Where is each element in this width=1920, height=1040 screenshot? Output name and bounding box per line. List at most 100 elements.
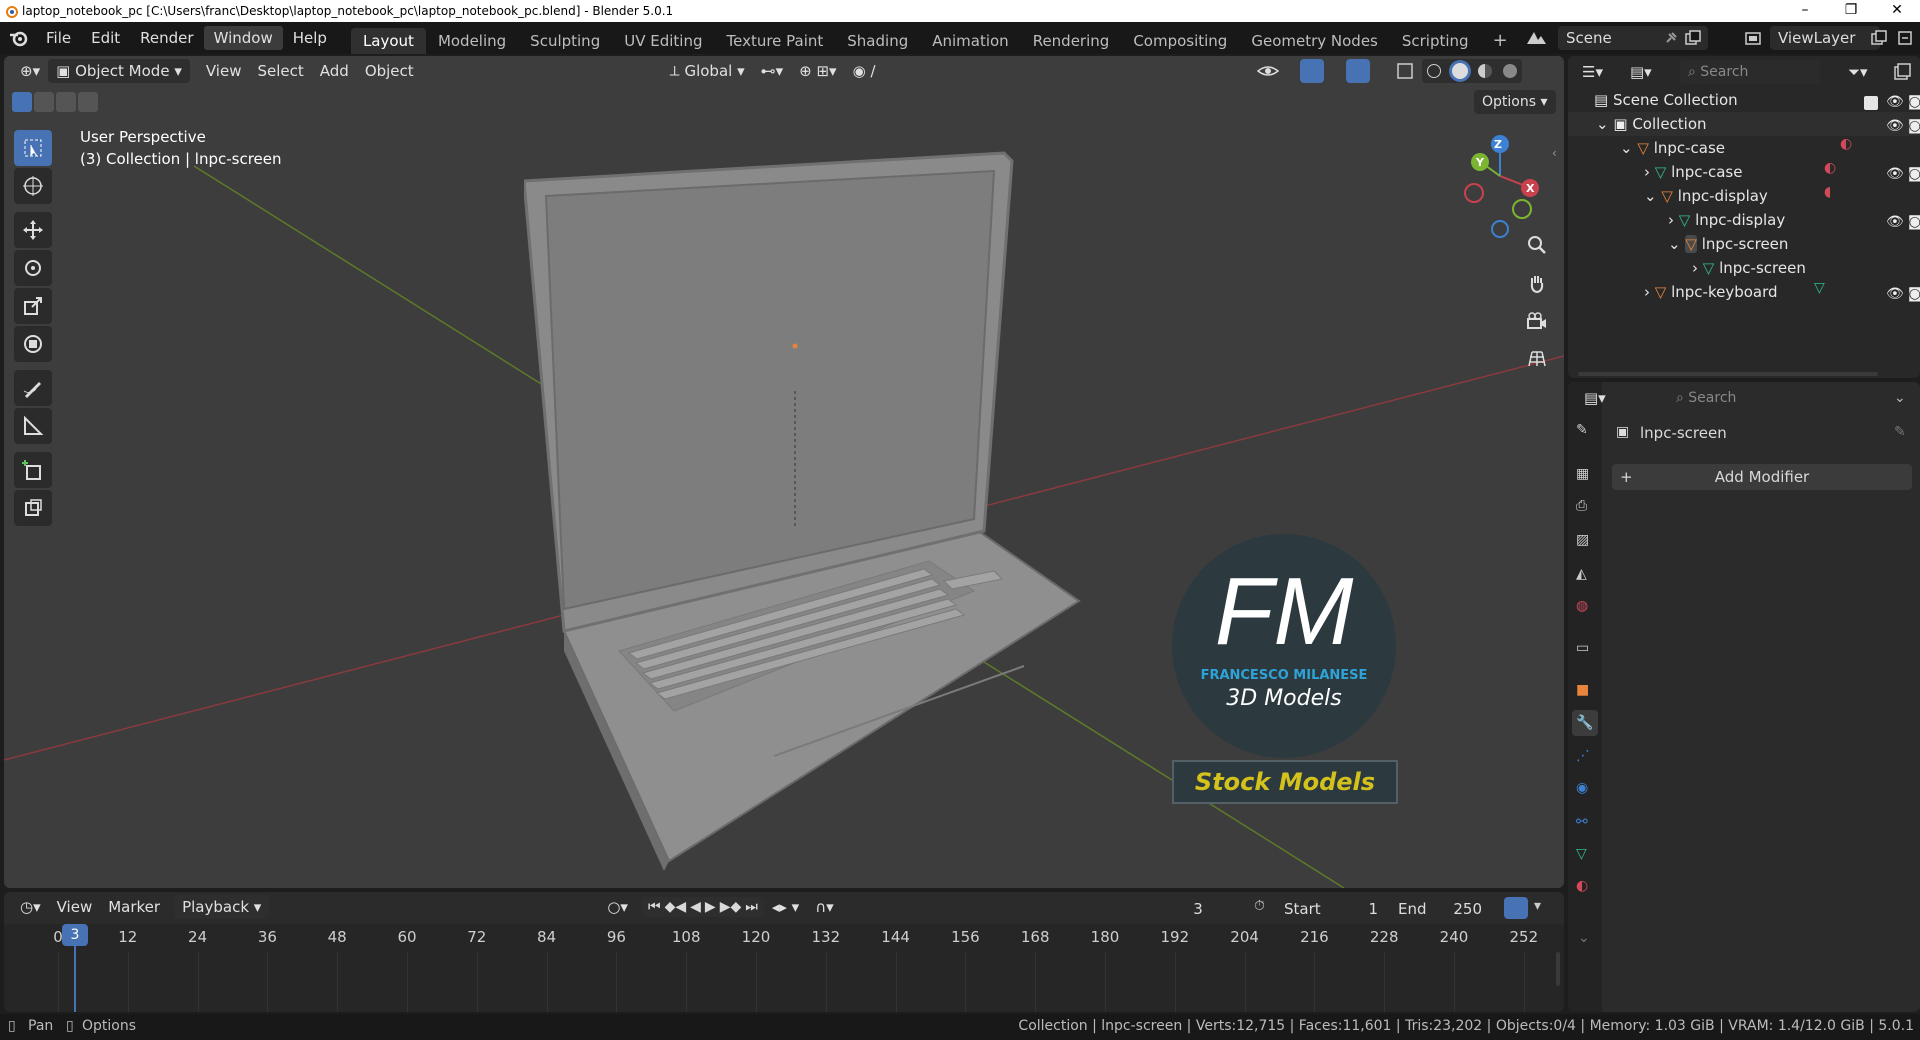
outliner-row-lnpc-display[interactable]: ⌄ ▽ lnpc-display [1568,184,1920,208]
minimize-button[interactable]: – [1782,0,1828,22]
menu-window[interactable]: Window [203,26,283,50]
material-tab-icon[interactable]: ◐ [1576,878,1588,894]
collapse-arrow-icon[interactable]: › [1692,259,1698,277]
scale-tool[interactable] [14,288,52,324]
proportional-edit-icon[interactable]: ◉ ∕ [845,59,884,83]
tab-animation[interactable]: Animation [920,28,1020,54]
playhead-frame-indicator[interactable]: 3 [62,924,88,946]
visibility-eye-icon[interactable]: 👁 [1886,286,1904,302]
select-box-mode-icon[interactable] [12,92,32,112]
timeline-scrollbar[interactable] [1556,952,1560,986]
collapse-arrow-icon[interactable]: › [1668,211,1674,229]
add-modifier-button[interactable]: + Add Modifier [1612,464,1912,490]
render-camera-icon[interactable]: ◙ [1908,286,1920,302]
scene-icon[interactable] [1524,28,1550,48]
mode-selector[interactable]: ▣ Object Mode ▾ [48,59,190,83]
rendered-shading-icon[interactable] [1502,64,1517,78]
tabs-more-icon[interactable]: ⌄ [1578,930,1590,946]
select-menu[interactable]: Select [249,59,311,83]
tab-scripting[interactable]: Scripting [1390,28,1481,54]
gizmo-toggle-icon[interactable] [1300,59,1324,83]
menu-help[interactable]: Help [283,26,337,50]
measure-tool[interactable] [14,408,52,444]
properties-options-icon[interactable]: ⌄ [1894,390,1906,406]
expand-arrow-icon[interactable]: ⌄ [1596,115,1609,133]
material-shading-icon[interactable] [1478,64,1493,78]
tab-sculpting[interactable]: Sculpting [518,28,612,54]
view-layer-selector[interactable]: ViewLayer [1770,26,1880,50]
menu-render[interactable]: Render [130,26,203,50]
pan-button[interactable] [1520,266,1554,300]
select-subtract-icon[interactable] [56,92,76,112]
outliner-search-input[interactable]: ⌕ Search [1680,60,1820,84]
visibility-eye-icon[interactable]: 👁 [1886,94,1904,110]
outliner-editor-type[interactable]: ☰▾ [1574,60,1611,84]
render-camera-icon[interactable]: ◙ [1908,166,1920,182]
tab-shading[interactable]: Shading [835,28,920,54]
zoom-button[interactable] [1520,228,1554,262]
outliner-row-lnpc-screen[interactable]: ⌄ ▽ lnpc-screen [1568,232,1920,256]
render-camera-icon[interactable]: ◙ [1908,94,1920,110]
menu-edit[interactable]: Edit [81,26,130,50]
outliner-row-lnpc-keyboard[interactable]: › ▽ lnpc-keyboard [1568,280,1920,304]
outliner-row-lnpc-case[interactable]: ⌄ ▽ lnpc-case [1568,136,1920,160]
remove-view-layer-icon[interactable] [1896,29,1914,47]
outliner-row-collection[interactable]: ⌄ ▣ Collection [1568,112,1920,136]
tab-rendering[interactable]: Rendering [1021,28,1122,54]
transform-tool[interactable] [14,326,52,362]
pin-icon[interactable] [1664,31,1678,45]
visibility-eye-icon[interactable]: 👁 [1886,214,1904,230]
wireframe-shading-icon[interactable] [1427,64,1442,78]
constraints-tab-icon[interactable]: ⚯ [1576,814,1588,830]
outliner-row-lnpc-case-mesh[interactable]: › ▽ lnpc-case [1568,160,1920,184]
properties-search-input[interactable]: ⌕ Search [1668,386,1808,410]
expand-arrow-icon[interactable]: ⌄ [1620,139,1633,157]
object-menu[interactable]: Object [357,59,422,83]
3d-viewport[interactable]: FM FRANCESCO MILANESE 3D Models Stock Mo… [4,56,1564,888]
select-extend-icon[interactable] [34,92,54,112]
perspective-toggle-button[interactable] [1520,342,1554,376]
blender-menu-icon[interactable] [8,29,30,47]
tab-compositing[interactable]: Compositing [1121,28,1239,54]
add-menu[interactable]: Add [312,59,357,83]
cursor-tool[interactable] [14,168,52,204]
pin-properties-icon[interactable]: ✎ [1894,424,1906,440]
move-tool[interactable] [14,212,52,248]
physics-tab-icon[interactable]: ◉ [1576,780,1588,796]
visibility-eye-icon[interactable]: 👁 [1886,166,1904,182]
tool-tab-icon[interactable]: ✎ [1576,422,1588,438]
laptop-model[interactable] [524,151,1094,871]
render-tab-icon[interactable]: ▦ [1576,466,1589,482]
render-camera-icon[interactable]: ◙ [1908,118,1920,134]
object-tab-icon[interactable]: ■ [1576,682,1589,698]
outliner-scrollbar[interactable] [1578,372,1878,376]
sidebar-toggle-icon[interactable]: ‹ [1552,146,1557,160]
expand-arrow-icon[interactable]: ⌄ [1668,235,1681,253]
view-layer-tab-icon[interactable]: ▨ [1576,532,1589,548]
overlay-toggle-icon[interactable] [1346,59,1370,83]
select-box-tool[interactable] [14,130,52,166]
modifier-tab-icon[interactable]: 🔧 [1572,710,1598,736]
visibility-icon[interactable] [1256,61,1280,81]
solid-shading-icon[interactable] [1451,63,1468,79]
transform-orientation[interactable]: ⟂ Global ▾ [662,59,753,83]
view-menu[interactable]: View [198,59,250,83]
camera-view-button[interactable] [1520,304,1554,338]
new-scene-icon[interactable] [1684,29,1702,47]
outliner-filter-icon[interactable]: ⏷▾ [1840,60,1876,84]
new-collection-icon[interactable] [1892,62,1912,82]
tab-texture-paint[interactable]: Texture Paint [714,28,835,54]
collapse-arrow-icon[interactable]: › [1644,163,1650,181]
extra-tool[interactable] [14,490,52,526]
playhead-line[interactable] [74,946,76,1012]
tab-uv-editing[interactable]: UV Editing [612,28,714,54]
close-button[interactable]: ✕ [1874,0,1920,22]
select-invert-icon[interactable] [78,92,98,112]
exclude-checkbox[interactable] [1864,96,1878,110]
data-tab-icon[interactable]: ▽ [1576,846,1587,862]
options-dropdown[interactable]: Options ▾ [1474,90,1556,114]
properties-editor-type[interactable]: ▤▾ [1576,386,1614,410]
view-layer-icon[interactable] [1744,29,1764,47]
particles-tab-icon[interactable]: ⋰ [1576,748,1590,764]
snap-icon[interactable]: ⊕ ⊞▾ [791,59,844,83]
